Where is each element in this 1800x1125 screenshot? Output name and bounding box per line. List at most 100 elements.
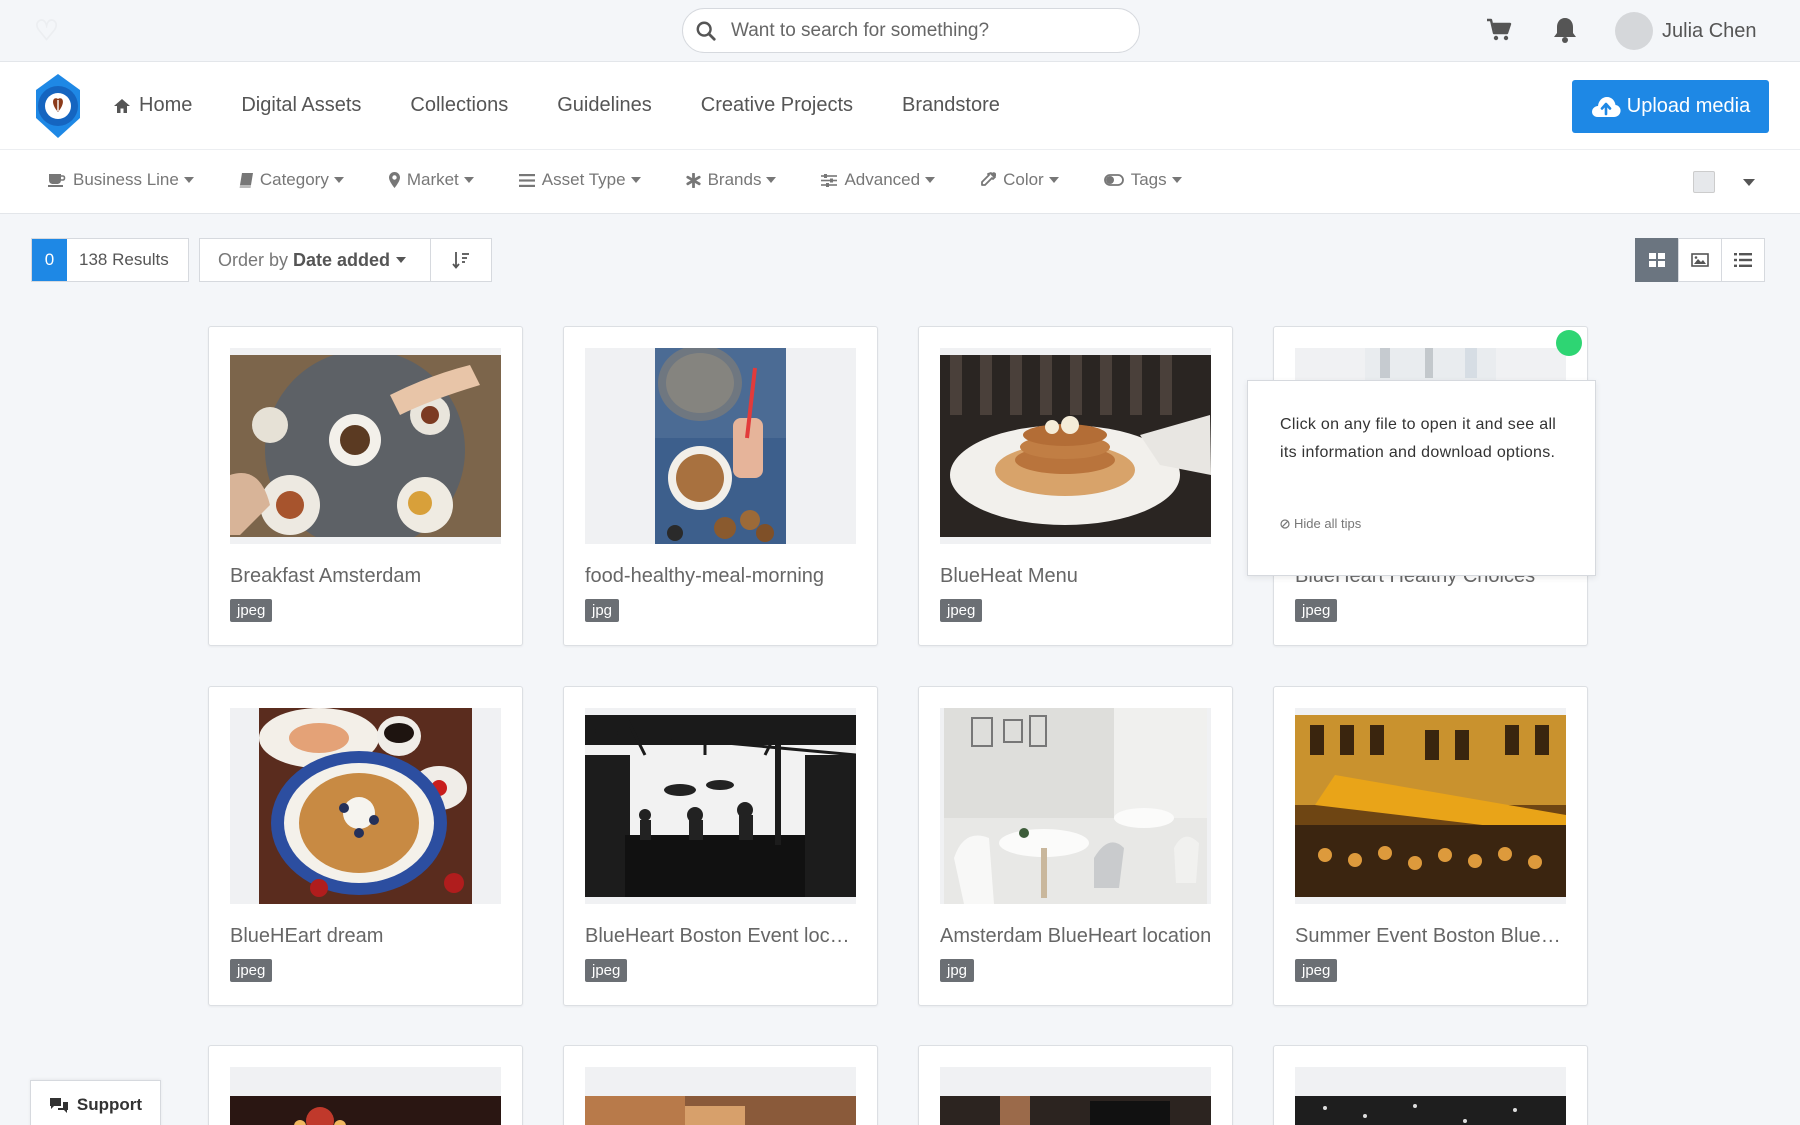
tip-indicator-dot[interactable] xyxy=(1556,330,1582,356)
asset-card[interactable]: BlueHEart dream jpeg xyxy=(208,686,523,1006)
filter-brands-label: Brands xyxy=(707,170,762,189)
asset-thumbnail[interactable] xyxy=(1295,1067,1566,1125)
filter-bar: Business Line Category Market Asset Type… xyxy=(0,150,1800,214)
filter-category[interactable]: Category xyxy=(239,170,344,190)
pancakes-photo xyxy=(940,355,1211,537)
asset-thumbnail[interactable] xyxy=(230,348,501,544)
asset-thumbnail[interactable] xyxy=(940,1067,1211,1125)
asset-card[interactable] xyxy=(1273,1045,1588,1125)
asset-title[interactable]: BlueHEart dream xyxy=(230,925,505,948)
support-button[interactable]: Support xyxy=(30,1080,161,1125)
hide-all-tips-link[interactable]: Hide all tips xyxy=(1280,516,1361,531)
filter-asset-type[interactable]: Asset Type xyxy=(518,170,641,190)
results-counter: 0 138 Results xyxy=(31,238,189,282)
nav-digital-assets[interactable]: Digital Assets xyxy=(241,94,361,117)
tip-popover: Click on any file to open it and see all… xyxy=(1247,380,1596,576)
waffle-photo xyxy=(259,708,472,904)
search-input[interactable] xyxy=(731,19,1111,42)
main-nav-bar: Home Digital Assets Collections Guidelin… xyxy=(0,62,1800,150)
night-lights-photo xyxy=(1295,1096,1566,1125)
asset-title[interactable]: BlueHeart Boston Event location xyxy=(585,925,860,948)
file-extension-badge: jpeg xyxy=(940,599,983,622)
nav-home[interactable]: Home xyxy=(113,94,192,117)
asset-thumbnail[interactable] xyxy=(585,708,856,904)
caret-down-icon xyxy=(396,257,407,263)
home-icon xyxy=(114,98,130,113)
filter-color[interactable]: Color xyxy=(980,170,1059,190)
filter-business-line[interactable]: Business Line xyxy=(48,170,194,190)
asset-card[interactable]: BlueHeat Menu jpeg xyxy=(918,326,1233,646)
cart-icon[interactable] xyxy=(1486,18,1512,42)
coffee-cup-icon xyxy=(48,173,66,187)
asset-card[interactable] xyxy=(208,1045,523,1125)
asset-card[interactable]: Amsterdam BlueHeart location jpg xyxy=(918,686,1233,1006)
selected-count[interactable]: 0 xyxy=(32,239,67,281)
asset-card[interactable]: Summer Event Boston BlueHeart jpeg xyxy=(1273,686,1588,1006)
asset-thumbnail[interactable] xyxy=(230,1067,501,1125)
avatar[interactable] xyxy=(1615,12,1653,50)
asset-card[interactable] xyxy=(563,1045,878,1125)
search-box[interactable] xyxy=(682,8,1140,53)
map-marker-icon xyxy=(388,172,400,188)
breakfast-table-photo xyxy=(230,355,501,537)
nav-collections[interactable]: Collections xyxy=(410,94,508,117)
file-extension-badge: jpeg xyxy=(230,959,273,982)
caret-down-icon xyxy=(333,177,344,183)
asset-card[interactable]: Breakfast Amsterdam jpeg xyxy=(208,326,523,646)
asset-thumbnail[interactable] xyxy=(230,708,501,904)
file-extension-badge: jpeg xyxy=(1295,599,1338,622)
asset-title[interactable]: Summer Event Boston BlueHeart xyxy=(1295,925,1570,948)
asset-title[interactable]: Breakfast Amsterdam xyxy=(230,565,505,588)
asset-card[interactable]: food-healthy-meal-morning jpg xyxy=(563,326,878,646)
asset-card[interactable]: BlueHeart Boston Event location jpeg xyxy=(563,686,878,1006)
asterisk-icon xyxy=(685,172,701,188)
asset-thumbnail[interactable] xyxy=(585,1067,856,1125)
asset-thumbnail[interactable] xyxy=(940,348,1211,544)
asset-thumbnail[interactable] xyxy=(585,348,856,544)
image-view-button[interactable] xyxy=(1678,238,1722,282)
support-label: Support xyxy=(76,1094,143,1114)
filter-tags[interactable]: Tags xyxy=(1103,170,1182,190)
filter-menu-caret-icon[interactable] xyxy=(1743,179,1755,186)
eyedropper-icon xyxy=(980,172,997,188)
filter-category-label: Category xyxy=(259,170,329,189)
filter-market-label: Market xyxy=(406,170,459,189)
search-icon xyxy=(696,21,716,41)
caret-down-icon xyxy=(630,177,641,183)
sort-direction-button[interactable] xyxy=(430,238,492,282)
grid-view-button[interactable] xyxy=(1635,238,1679,282)
filter-advanced-label: Advanced xyxy=(844,170,921,189)
list-view-button[interactable] xyxy=(1721,238,1765,282)
nav-creative-projects-label: Creative Projects xyxy=(700,94,854,116)
filter-brands[interactable]: Brands xyxy=(685,170,777,190)
file-extension-badge: jpg xyxy=(585,599,620,622)
brand-logo-icon[interactable] xyxy=(32,72,84,140)
nav-guidelines[interactable]: Guidelines xyxy=(557,94,652,117)
warm-interior-photo xyxy=(585,1096,856,1125)
order-by-dropdown[interactable]: Order by Date added xyxy=(199,238,431,282)
bell-icon[interactable] xyxy=(1552,16,1578,44)
nav-home-label: Home xyxy=(139,94,193,116)
select-all-checkbox[interactable] xyxy=(1693,171,1715,193)
asset-title[interactable]: Amsterdam BlueHeart location xyxy=(940,925,1215,948)
file-extension-badge: jpeg xyxy=(230,599,273,622)
filter-advanced[interactable]: Advanced xyxy=(821,170,936,190)
user-name[interactable]: Julia Chen xyxy=(1662,20,1757,43)
upload-media-label: Upload media xyxy=(1626,95,1751,117)
asset-thumbnail[interactable] xyxy=(1295,708,1566,904)
nav-brandstore[interactable]: Brandstore xyxy=(902,94,1000,117)
filter-market[interactable]: Market xyxy=(388,170,474,190)
asset-card[interactable] xyxy=(918,1045,1233,1125)
upload-media-button[interactable]: Upload media xyxy=(1572,80,1769,133)
list-view-icon xyxy=(1734,253,1752,267)
tip-text: Click on any file to open it and see all… xyxy=(1280,416,1557,461)
filter-asset-type-label: Asset Type xyxy=(541,170,626,189)
asset-thumbnail[interactable] xyxy=(940,708,1211,904)
caret-down-icon xyxy=(183,177,194,183)
asset-title[interactable]: food-healthy-meal-morning xyxy=(585,565,860,588)
hide-all-tips-label: Hide all tips xyxy=(1294,516,1362,531)
file-extension-badge: jpeg xyxy=(585,959,628,982)
asset-title[interactable]: BlueHeat Menu xyxy=(940,565,1215,588)
summer-event-photo xyxy=(1295,715,1566,897)
nav-creative-projects[interactable]: Creative Projects xyxy=(701,94,853,117)
